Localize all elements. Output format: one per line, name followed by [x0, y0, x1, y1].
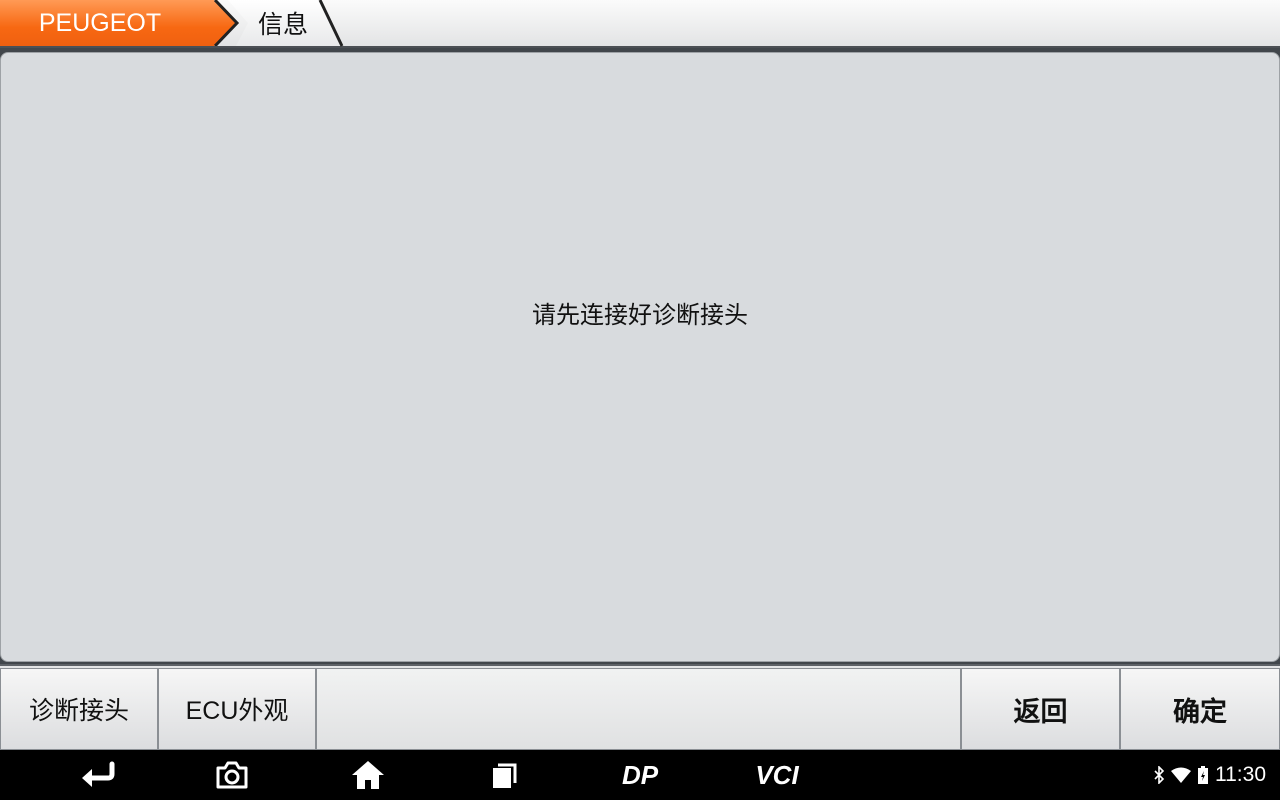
prompt-message: 请先连接好诊断接头 — [532, 300, 748, 329]
diagnostic-connector-label: 诊断接头 — [28, 696, 129, 725]
breadcrumb-current-label: 信息 — [257, 10, 308, 39]
breadcrumb-brand[interactable]: PEUGEOT — [0, 0, 236, 46]
clock: 11:30 — [1215, 763, 1266, 786]
back-label: 返回 — [1013, 696, 1068, 728]
vci-icon[interactable]: VCI — [744, 758, 810, 792]
screen: PEUGEOT 信息 请先连接好诊断接头 诊断接头 ECU外观 返回 确定 DP… — [0, 0, 1280, 800]
battery-icon — [1198, 766, 1208, 784]
status-area: 11:30 — [1153, 750, 1266, 800]
function-bar: 诊断接头 ECU外观 返回 确定 — [0, 664, 1280, 750]
back-button[interactable]: 返回 — [961, 668, 1120, 750]
home-icon[interactable] — [348, 758, 388, 792]
wifi-icon — [1171, 767, 1191, 783]
svg-text:VCI: VCI — [755, 762, 799, 788]
ecu-appearance-button[interactable]: ECU外观 — [158, 668, 316, 750]
back-icon[interactable] — [76, 758, 120, 792]
camera-icon[interactable] — [212, 758, 252, 792]
empty-button-slot — [316, 668, 961, 750]
svg-text:DP: DP — [622, 762, 659, 788]
diagnostic-connector-button[interactable]: 诊断接头 — [0, 668, 158, 750]
recent-apps-icon[interactable] — [486, 758, 522, 792]
breadcrumb-end-separator-icon — [318, 0, 344, 47]
bluetooth-icon — [1154, 766, 1165, 784]
breadcrumb: PEUGEOT 信息 — [0, 0, 1280, 48]
ok-button[interactable]: 确定 — [1120, 668, 1280, 750]
ecu-appearance-label: ECU外观 — [185, 697, 289, 725]
breadcrumb-brand-label: PEUGEOT — [38, 8, 162, 37]
system-nav-bar: DP VCI 11:30 — [0, 750, 1280, 800]
ok-label: 确定 — [1173, 696, 1227, 728]
dp-icon[interactable]: DP — [608, 758, 672, 792]
content-panel: 请先连接好诊断接头 — [0, 52, 1280, 662]
